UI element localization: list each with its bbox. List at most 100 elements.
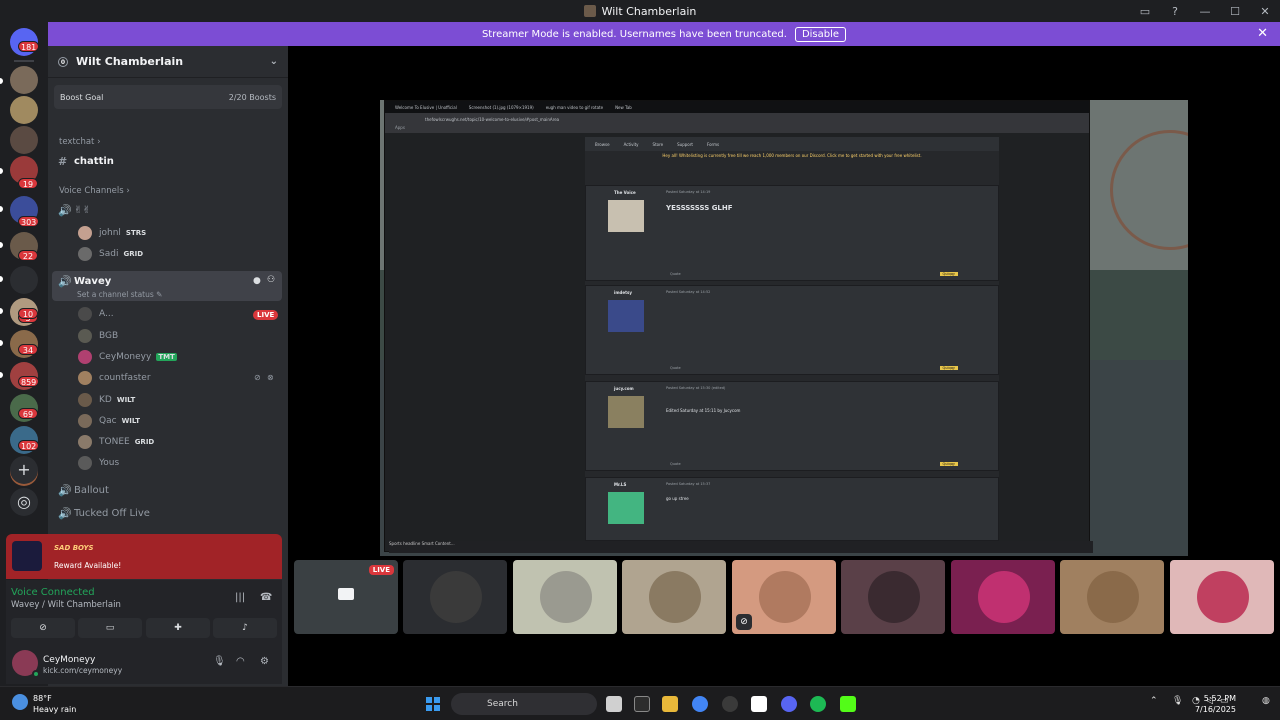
post-avatar [608, 396, 644, 428]
help-icon[interactable]: ? [1160, 5, 1190, 18]
inbox-icon[interactable]: ▭ [1130, 5, 1160, 18]
server-name: Wilt Chamberlain [76, 55, 184, 68]
guild-tag: WILT [121, 417, 140, 425]
voice-user[interactable]: Qac WILT [78, 412, 140, 430]
chevron-down-icon: ⌄ [269, 56, 278, 67]
chat-bubble-icon[interactable]: ● [253, 276, 261, 286]
user-name[interactable]: CeyMoneyy [43, 655, 95, 665]
participant-tile[interactable] [403, 560, 507, 634]
voice-user[interactable]: KD WILT [78, 391, 135, 409]
voice-channel-ballout[interactable]: 🔊 Ballout [58, 484, 109, 497]
screen-share-button[interactable]: ▭ [78, 618, 142, 638]
voice-user[interactable]: CeyMoneyy TMT [78, 348, 177, 366]
add-server-icon[interactable]: + [10, 456, 38, 484]
windows-taskbar: 88°F Heavy rain ⌕ Search ⌃ 🎙 ◔ ◁ ▭ 5:52 … [0, 686, 1280, 720]
file-explorer-icon[interactable] [662, 696, 678, 712]
camera-off-button[interactable]: ⊘ [11, 618, 75, 638]
clock[interactable]: 5:52 PM 7/16/2025 [1195, 693, 1236, 715]
voice-user[interactable]: BGB [78, 327, 118, 345]
banner-close-icon[interactable]: ✕ [1257, 26, 1268, 41]
voice-channel-tucked-off-live[interactable]: 🔊 Tucked Off Live [58, 507, 150, 520]
stream-video[interactable]: Welcome To Elusive | Unofficial Screensh… [380, 100, 1188, 556]
window-controls: ▭ ? — ☐ ✕ [1130, 0, 1280, 22]
voice-channel-wavey-label[interactable]: 🔊 Wavey [58, 275, 111, 288]
capcut-icon[interactable] [634, 696, 650, 712]
post-author: imdetsy [614, 290, 633, 295]
voice-user[interactable]: johnl STRS [78, 224, 146, 242]
close-button[interactable]: ✕ [1250, 5, 1280, 18]
guild-badge: 10 [18, 308, 38, 319]
participant-tile[interactable]: LIVE [294, 560, 398, 634]
spotify-icon[interactable] [810, 696, 826, 712]
channel-chattin[interactable]: # chattin [58, 155, 114, 168]
disconnect-icon[interactable]: ☎ [260, 592, 272, 603]
window-titlebar: Wilt Chamberlain ▭ ? — ☐ ✕ [0, 0, 1280, 22]
category-voice-channels[interactable]: Voice Channels › [59, 186, 130, 196]
forum-page: Browse Activity Store Support Forms Hey … [585, 137, 999, 541]
guild-tag: GRID [123, 250, 144, 258]
discord-icon[interactable] [781, 696, 797, 712]
task-view-icon[interactable] [606, 696, 622, 712]
signal-icon[interactable]: ||| [235, 592, 245, 603]
invite-user-icon[interactable]: ⚇ [267, 275, 275, 285]
microphone-icon[interactable]: 🎙 [213, 656, 226, 667]
windows-start-icon[interactable] [426, 697, 440, 711]
maximize-button[interactable]: ☐ [1220, 5, 1250, 18]
guild-tag: GRID [134, 438, 155, 446]
activity-button[interactable]: ✚ [146, 618, 210, 638]
category-textchat[interactable]: textchat › [59, 137, 101, 147]
guild-icon[interactable] [10, 66, 38, 94]
notification-bell-icon[interactable]: ◍ [1262, 696, 1270, 706]
participant-tile[interactable]: ⊘ [732, 560, 836, 634]
participant-tile[interactable] [1170, 560, 1274, 634]
soundboard-button[interactable]: ♪ [213, 618, 277, 638]
voice-user-name: countfaster [99, 373, 151, 383]
participant-tile[interactable] [951, 560, 1055, 634]
steam-icon[interactable] [722, 696, 738, 712]
weather-temp: 88°F [33, 694, 52, 703]
voice-user-name: Yous [99, 458, 120, 468]
server-header[interactable]: 0 Wilt Chamberlain ⌄ [48, 46, 288, 78]
chevron-up-icon[interactable]: ⌃ [1150, 696, 1158, 706]
avatar [78, 226, 92, 240]
participant-tile[interactable] [622, 560, 726, 634]
unread-indicator [0, 78, 3, 84]
live-badge: LIVE [368, 565, 394, 575]
voice-user[interactable]: countfaster [78, 369, 151, 387]
voice-user-name: KD [99, 395, 112, 405]
voice-user-name: CeyMoneyy [99, 352, 152, 362]
microphone-icon[interactable]: 🎙 [1172, 696, 1183, 706]
channel-status[interactable]: Set a channel status ✎ [77, 290, 162, 299]
post-author: jucy.com [614, 386, 634, 391]
voice-user[interactable]: Yous [78, 454, 119, 472]
participant-tile[interactable] [513, 560, 617, 634]
chrome-icon[interactable] [692, 696, 708, 712]
voice-channel-1[interactable]: 🔊 ✌✌ [58, 204, 91, 217]
participant-tile[interactable] [841, 560, 945, 634]
headphones-icon[interactable]: ◠ [236, 656, 245, 667]
guild-icon[interactable] [10, 266, 38, 294]
taskbar-search[interactable]: Search [451, 693, 597, 715]
app-icon[interactable] [751, 696, 767, 712]
guild-icon[interactable] [10, 96, 38, 124]
voice-location[interactable]: Wavey / Wilt Chamberlain [11, 600, 121, 610]
voice-user[interactable]: TONEE GRID [78, 433, 154, 451]
forum-notice: Hey all! Whitelisting is currently free … [662, 153, 922, 158]
reward-notification[interactable]: SAD BOYS Reward Available! [6, 534, 282, 579]
guild-icon[interactable] [10, 126, 38, 154]
speaker-icon: 🔊 [58, 507, 72, 520]
gear-icon[interactable]: ⚙ [260, 656, 269, 667]
boost-goal-bar[interactable]: Boost Goal 2/20 Boosts [54, 85, 282, 109]
weather-icon[interactable] [12, 694, 28, 710]
disable-button[interactable]: Disable [794, 26, 847, 42]
weather-widget[interactable]: 88°F Heavy rain [33, 693, 76, 715]
participant-tile[interactable] [1060, 560, 1164, 634]
voice-user[interactable]: Sadi GRID [78, 245, 143, 263]
screen-share-icon: ▭ [105, 623, 115, 633]
browser-tab: Welcome To Elusive | Unofficial [395, 104, 457, 110]
minimize-button[interactable]: — [1190, 5, 1220, 18]
avatar [78, 371, 92, 385]
explore-servers-icon[interactable]: ◎ [10, 488, 38, 516]
kick-icon[interactable] [840, 696, 856, 712]
voice-user[interactable]: A... [78, 305, 114, 323]
